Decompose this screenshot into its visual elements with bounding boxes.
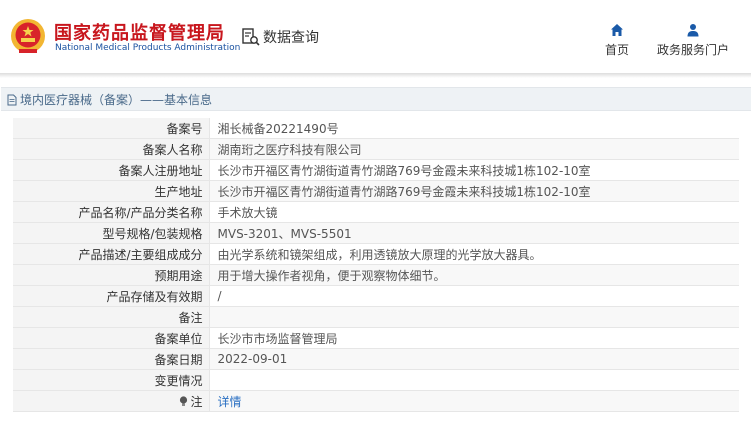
site-header: 国家药品监督管理局 National Medical Products Admi… <box>0 0 751 73</box>
national-emblem-icon <box>11 19 45 53</box>
detail-table: 备案号 湘长械备20221490号 备案人名称 湖南珩之医疗科技有限公司 备案人注册… <box>13 118 739 412</box>
table-row: 备案人名称 湖南珩之医疗科技有限公司 <box>13 138 739 160</box>
header-divider <box>0 73 751 78</box>
table-row: 型号规格/包装规格 MVS-3201、MVS-5501 <box>13 222 739 244</box>
document-search-icon <box>242 28 260 46</box>
row-label: 备案人注册地址 <box>13 159 210 181</box>
row-value: 湖南珩之医疗科技有限公司 <box>209 138 739 160</box>
table-row: 生产地址 长沙市开福区青竹湖街道青竹湖路769号金霞未来科技城1栋102-10室 <box>13 180 739 202</box>
row-label: 备案号 <box>13 118 210 139</box>
row-value: 长沙市市场监督管理局 <box>209 327 739 349</box>
row-value: 用于增大操作者视角，便于观察物体细节。 <box>209 264 739 286</box>
table-row: 备注 <box>13 306 739 328</box>
table-row: 变更情况 <box>13 369 739 391</box>
site-title-en: National Medical Products Administration <box>55 43 241 53</box>
row-label: 生产地址 <box>13 180 210 202</box>
row-label: 备案单位 <box>13 327 210 349</box>
nav-service-label: 政务服务门户 <box>656 43 729 57</box>
table-row: 注 详情 <box>13 390 739 412</box>
row-value: 长沙市开福区青竹湖街道青竹湖路769号金霞未来科技城1栋102-10室 <box>209 159 739 181</box>
table-row: 备案日期 2022-09-01 <box>13 348 739 370</box>
details-link[interactable]: 详情 <box>218 395 242 409</box>
table-row: 产品名称/产品分类名称 手术放大镜 <box>13 201 739 223</box>
nav-home[interactable]: 首页 <box>600 22 634 58</box>
user-icon <box>687 24 699 37</box>
section-header: 境内医疗器械（备案）——基本信息 <box>1 87 751 111</box>
home-icon <box>611 24 623 36</box>
section-title: 境内医疗器械（备案）——基本信息 <box>7 91 212 108</box>
row-label: 产品描述/主要组成成分 <box>13 243 210 265</box>
row-value: 湘长械备20221490号 <box>209 118 739 139</box>
row-value <box>209 306 739 328</box>
row-value: MVS-3201、MVS-5501 <box>209 222 739 244</box>
nav-service-portal[interactable]: 政务服务门户 <box>651 22 735 58</box>
row-label: 变更情况 <box>13 369 210 391</box>
nav-home-label: 首页 <box>604 43 629 57</box>
site-title-cn[interactable]: 国家药品监督管理局 <box>54 19 225 45</box>
table-row: 预期用途 用于增大操作者视角，便于观察物体细节。 <box>13 264 739 286</box>
row-value: / <box>209 285 739 307</box>
row-value: 长沙市开福区青竹湖街道青竹湖路769号金霞未来科技城1栋102-10室 <box>209 180 739 202</box>
row-value <box>209 369 739 391</box>
note-label-text: 注 <box>190 394 203 409</box>
row-label: 注 <box>13 390 210 412</box>
note-label: 注 <box>179 393 203 410</box>
table-row: 备案号 湘长械备20221490号 <box>13 118 739 139</box>
row-label: 产品存储及有效期 <box>13 285 210 307</box>
row-value: 手术放大镜 <box>209 201 739 223</box>
table-row: 备案人注册地址 长沙市开福区青竹湖街道青竹湖路769号金霞未来科技城1栋102-1… <box>13 159 739 181</box>
row-label: 型号规格/包装规格 <box>13 222 210 244</box>
table-row: 产品存储及有效期 / <box>13 285 739 307</box>
row-label: 备注 <box>13 306 210 328</box>
row-value: 由光学系统和镜架组成，利用透镜放大原理的光学放大器具。 <box>209 243 739 265</box>
lightbulb-icon <box>180 395 188 406</box>
table-row: 备案单位 长沙市市场监督管理局 <box>13 327 739 349</box>
document-icon <box>7 94 17 105</box>
data-query-link[interactable]: 数据查询 <box>241 27 319 47</box>
row-value: 详情 <box>209 390 739 412</box>
row-label: 预期用途 <box>13 264 210 286</box>
row-label: 产品名称/产品分类名称 <box>13 201 210 223</box>
section-title-text: 境内医疗器械（备案）——基本信息 <box>20 93 213 107</box>
row-value: 2022-09-01 <box>209 348 739 370</box>
data-query-label: 数据查询 <box>263 30 319 46</box>
table-row: 产品描述/主要组成成分 由光学系统和镜架组成，利用透镜放大原理的光学放大器具。 <box>13 243 739 265</box>
row-label: 备案人名称 <box>13 138 210 160</box>
row-label: 备案日期 <box>13 348 210 370</box>
